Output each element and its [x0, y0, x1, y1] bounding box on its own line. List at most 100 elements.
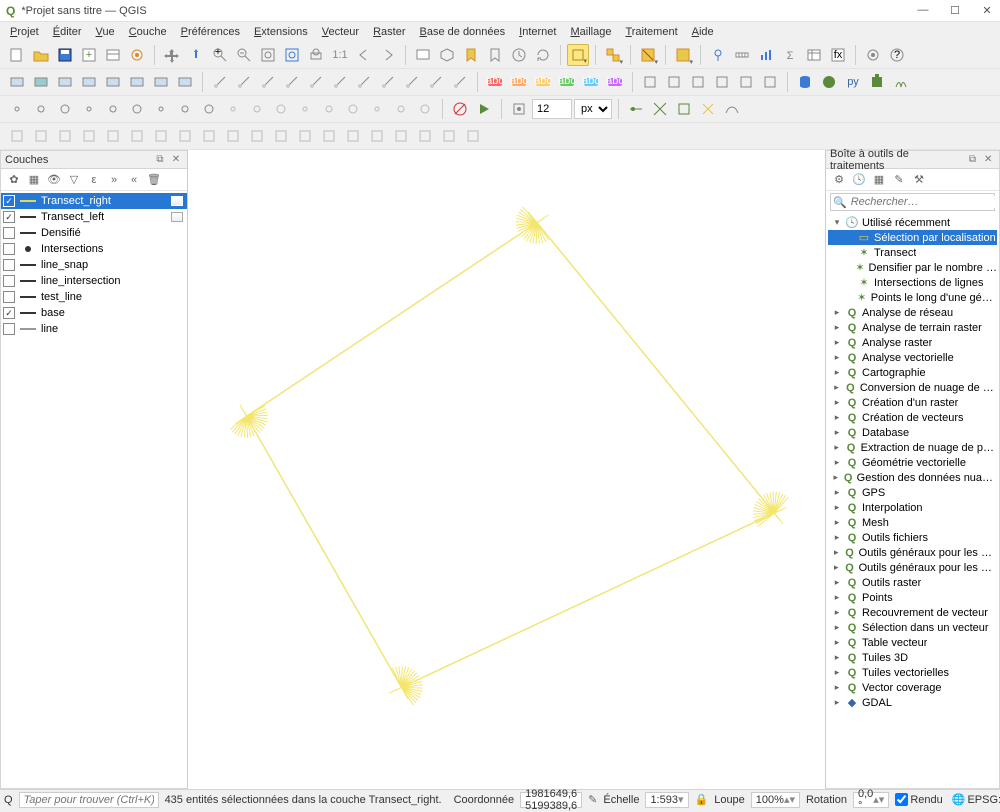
new-map-view-icon[interactable]: [412, 44, 434, 66]
zoom-selection-icon[interactable]: [281, 44, 303, 66]
adv-dig-11-icon[interactable]: [270, 98, 292, 120]
adv-dig-14-icon[interactable]: [342, 98, 364, 120]
menu-préférences[interactable]: Préférences: [175, 24, 246, 40]
close-button[interactable]: ✕: [980, 4, 994, 17]
shape-14-icon[interactable]: [342, 125, 364, 147]
label-tool-3-icon[interactable]: abc: [556, 71, 578, 93]
group-Conversion-de-nuage-de-points[interactable]: ▸ Q Conversion de nuage de points: [828, 380, 997, 395]
select-features-icon[interactable]: ▾: [567, 44, 589, 66]
minimize-button[interactable]: —: [916, 4, 930, 17]
undo-icon[interactable]: [425, 71, 447, 93]
identify-icon[interactable]: [707, 44, 729, 66]
expand-icon[interactable]: »: [105, 171, 123, 189]
snap-unit-select[interactable]: px: [574, 99, 612, 119]
locator-input[interactable]: [24, 794, 154, 806]
sum-icon[interactable]: Σ: [779, 44, 801, 66]
coord-toggle-icon[interactable]: ✎: [588, 792, 597, 808]
edit-toggle-icon[interactable]: [209, 71, 231, 93]
save-edits-icon[interactable]: [233, 71, 255, 93]
collapse-icon[interactable]: «: [125, 171, 143, 189]
adv-dig-15-icon[interactable]: [366, 98, 388, 120]
style-manager-icon[interactable]: [126, 44, 148, 66]
shape-10-icon[interactable]: [246, 125, 268, 147]
add-spatialite-icon[interactable]: [102, 71, 124, 93]
label-tool-0-icon[interactable]: abc: [484, 71, 506, 93]
add-vector-icon[interactable]: [6, 71, 28, 93]
group-Analyse-raster[interactable]: ▸ Q Analyse raster: [828, 335, 997, 350]
group-Interpolation[interactable]: ▸ Q Interpolation: [828, 500, 997, 515]
results-icon[interactable]: ▦: [870, 171, 888, 189]
shape-8-icon[interactable]: [198, 125, 220, 147]
shape-9-icon[interactable]: [222, 125, 244, 147]
group-Outils-généraux-pour-les-vecteurs[interactable]: ▸ Q Outils généraux pour les vecteurs: [828, 560, 997, 575]
undock-icon[interactable]: ⧉: [966, 153, 980, 167]
pan-icon[interactable]: [161, 44, 183, 66]
node-tool-icon[interactable]: [305, 71, 327, 93]
layer-row-line[interactable]: line: [1, 321, 187, 337]
zoom-in-icon[interactable]: +: [209, 44, 231, 66]
shape-17-icon[interactable]: [414, 125, 436, 147]
shape-4-icon[interactable]: [102, 125, 124, 147]
expand-icon[interactable]: ▸: [832, 637, 842, 648]
group-Cartographie[interactable]: ▸ Q Cartographie: [828, 365, 997, 380]
map-canvas[interactable]: [188, 150, 825, 789]
pan-selection-icon[interactable]: [185, 44, 207, 66]
show-bookmarks-icon[interactable]: [484, 44, 506, 66]
grass-icon[interactable]: [890, 71, 912, 93]
select-all-icon[interactable]: ▾: [672, 44, 694, 66]
adv-dig-9-icon[interactable]: [222, 98, 244, 120]
scale-value[interactable]: 1:593▾: [645, 792, 688, 808]
diagram-tool-4-icon[interactable]: [735, 71, 757, 93]
expand-icon[interactable]: ▸: [832, 562, 840, 573]
processing-search-input[interactable]: [849, 196, 996, 208]
undock-icon[interactable]: ⧉: [153, 153, 167, 167]
adv-dig-10-icon[interactable]: [246, 98, 268, 120]
no-action-icon[interactable]: [449, 98, 471, 120]
layer-visibility-checkbox[interactable]: [3, 227, 15, 239]
expand-icon[interactable]: ▸: [832, 502, 842, 513]
expand-icon[interactable]: ▸: [832, 667, 842, 678]
expand-icon[interactable]: ▸: [832, 607, 842, 618]
open-project-icon[interactable]: [30, 44, 52, 66]
layer-visibility-checkbox[interactable]: ✓: [3, 211, 15, 223]
new-3d-view-icon[interactable]: [436, 44, 458, 66]
group-Création-de-vecteurs[interactable]: ▸ Q Création de vecteurs: [828, 410, 997, 425]
plugins-icon[interactable]: [866, 71, 888, 93]
layer-row-Transect_right[interactable]: ✓ Transect_right: [1, 193, 187, 209]
group-Table-vecteur[interactable]: ▸ Q Table vecteur: [828, 635, 997, 650]
help-icon[interactable]: ?: [886, 44, 908, 66]
processing-search[interactable]: 🔍: [830, 193, 995, 211]
expand-icon[interactable]: ▸: [832, 382, 841, 393]
shape-6-icon[interactable]: [150, 125, 172, 147]
layer-row-base[interactable]: ✓ base: [1, 305, 187, 321]
adv-dig-13-icon[interactable]: [318, 98, 340, 120]
render-checkbox[interactable]: [895, 793, 908, 806]
menu-éditer[interactable]: Éditer: [47, 24, 88, 40]
locator-search[interactable]: [19, 792, 159, 808]
expand-icon[interactable]: ▾: [832, 217, 842, 228]
paste-icon[interactable]: [401, 71, 423, 93]
expand-icon[interactable]: ▸: [832, 427, 842, 438]
expand-icon[interactable]: ▸: [832, 322, 842, 333]
layer-row-Densifié[interactable]: Densifié: [1, 225, 187, 241]
add-mesh-icon[interactable]: [54, 71, 76, 93]
group-Outils-raster[interactable]: ▸ Q Outils raster: [828, 575, 997, 590]
new-project-icon[interactable]: [6, 44, 28, 66]
layer-visibility-checkbox[interactable]: ✓: [3, 307, 15, 319]
layer-row-Intersections[interactable]: Intersections: [1, 241, 187, 257]
expand-icon[interactable]: ▸: [832, 472, 840, 483]
recent-Points-le-long-d'une-géométrie[interactable]: ✶ Points le long d'une géométrie: [828, 290, 997, 305]
snap-tolerance-input[interactable]: [532, 99, 572, 119]
shape-15-icon[interactable]: [366, 125, 388, 147]
menu-couche[interactable]: Couche: [123, 24, 173, 40]
recent-Transect[interactable]: ✶ Transect: [828, 245, 997, 260]
adv-dig-7-icon[interactable]: [174, 98, 196, 120]
menu-vecteur[interactable]: Vecteur: [316, 24, 365, 40]
model-icon[interactable]: ⚙: [830, 171, 848, 189]
menu-base de données[interactable]: Base de données: [414, 24, 512, 40]
expression-icon[interactable]: ε: [85, 171, 103, 189]
coord-value[interactable]: 1981649,6 5199389,6: [520, 792, 582, 808]
group-Création-d'un-raster[interactable]: ▸ Q Création d'un raster: [828, 395, 997, 410]
topo-edit-icon[interactable]: [625, 98, 647, 120]
move-feature-icon[interactable]: [281, 71, 303, 93]
